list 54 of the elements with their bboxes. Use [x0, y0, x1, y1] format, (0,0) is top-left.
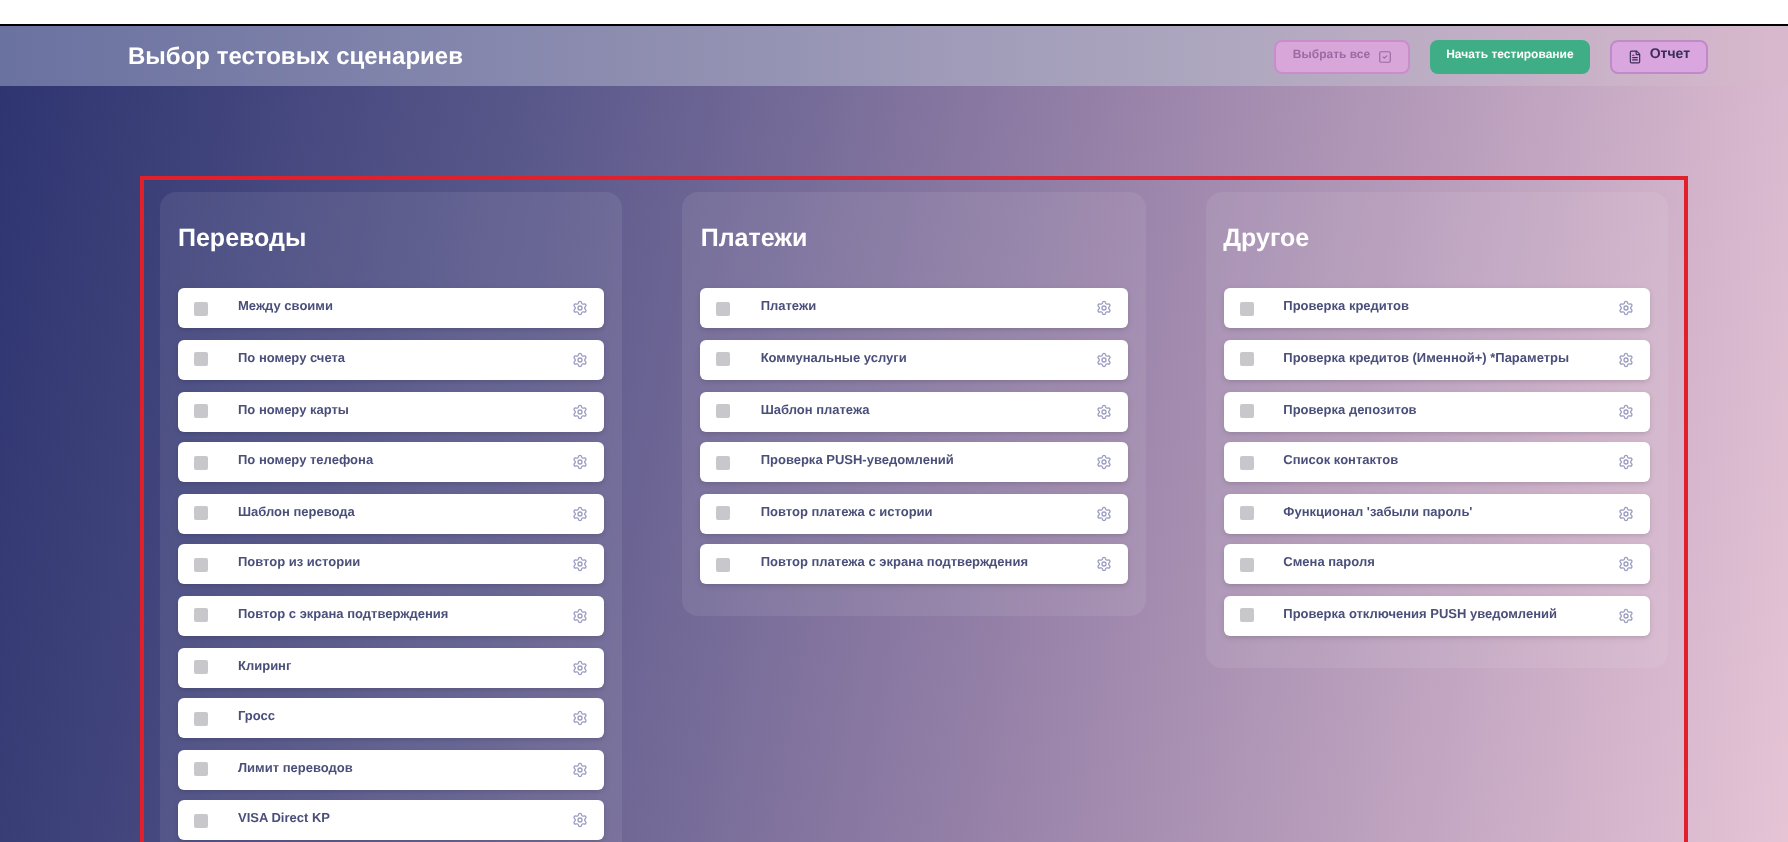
settings-icon[interactable] [1095, 556, 1112, 573]
settings-icon[interactable] [1617, 607, 1634, 624]
settings-icon[interactable] [572, 505, 589, 522]
checkbox-icon [1378, 49, 1393, 63]
checkbox[interactable] [194, 660, 208, 674]
settings-icon[interactable] [1095, 351, 1112, 368]
group-title: Платежи [700, 222, 810, 256]
checkbox[interactable] [1239, 557, 1254, 572]
settings-icon[interactable] [572, 659, 589, 675]
checkbox[interactable] [1239, 352, 1254, 367]
settings-icon[interactable] [572, 351, 589, 368]
settings-icon[interactable] [1095, 505, 1112, 522]
checkbox[interactable] [1239, 455, 1254, 470]
group-title: Переводы [178, 222, 309, 256]
settings-icon[interactable] [572, 403, 589, 420]
settings-icon[interactable] [572, 300, 589, 317]
settings-icon[interactable] [572, 454, 589, 471]
settings-icon[interactable] [572, 556, 589, 573]
settings-icon[interactable] [572, 607, 589, 624]
checkbox[interactable] [716, 557, 731, 572]
settings-icon[interactable] [572, 812, 589, 829]
settings-icon[interactable] [1617, 454, 1634, 471]
checkbox[interactable] [194, 762, 208, 777]
checkbox[interactable] [1239, 404, 1254, 419]
checkbox[interactable] [716, 455, 731, 470]
checkbox[interactable] [194, 506, 208, 521]
checkbox[interactable] [194, 608, 208, 623]
checkbox[interactable] [194, 711, 208, 726]
group-title: Другое [1223, 222, 1312, 256]
checkbox[interactable] [194, 352, 208, 367]
settings-icon[interactable] [1617, 403, 1634, 420]
document-icon [1627, 49, 1642, 63]
settings-icon[interactable] [1617, 556, 1634, 573]
checkbox[interactable] [194, 404, 208, 419]
checkbox[interactable] [1239, 506, 1254, 521]
checkbox[interactable] [1239, 301, 1254, 316]
page-title: Выбор тестовых сценариев [128, 40, 463, 74]
checkbox[interactable] [194, 301, 208, 316]
checkbox[interactable] [716, 301, 731, 316]
settings-icon[interactable] [572, 710, 589, 727]
settings-icon[interactable] [1095, 454, 1112, 471]
settings-icon[interactable] [1617, 505, 1634, 522]
checkbox[interactable] [194, 813, 208, 828]
checkbox[interactable] [716, 404, 731, 419]
settings-icon[interactable] [1617, 300, 1634, 317]
settings-icon[interactable] [1095, 300, 1112, 317]
settings-icon[interactable] [572, 761, 589, 778]
checkbox[interactable] [194, 557, 208, 572]
checkbox[interactable] [716, 352, 731, 367]
settings-icon[interactable] [1617, 351, 1634, 368]
checkbox[interactable] [194, 455, 208, 470]
checkbox[interactable] [1239, 608, 1254, 623]
settings-icon[interactable] [1095, 403, 1112, 420]
checkbox[interactable] [716, 506, 731, 521]
